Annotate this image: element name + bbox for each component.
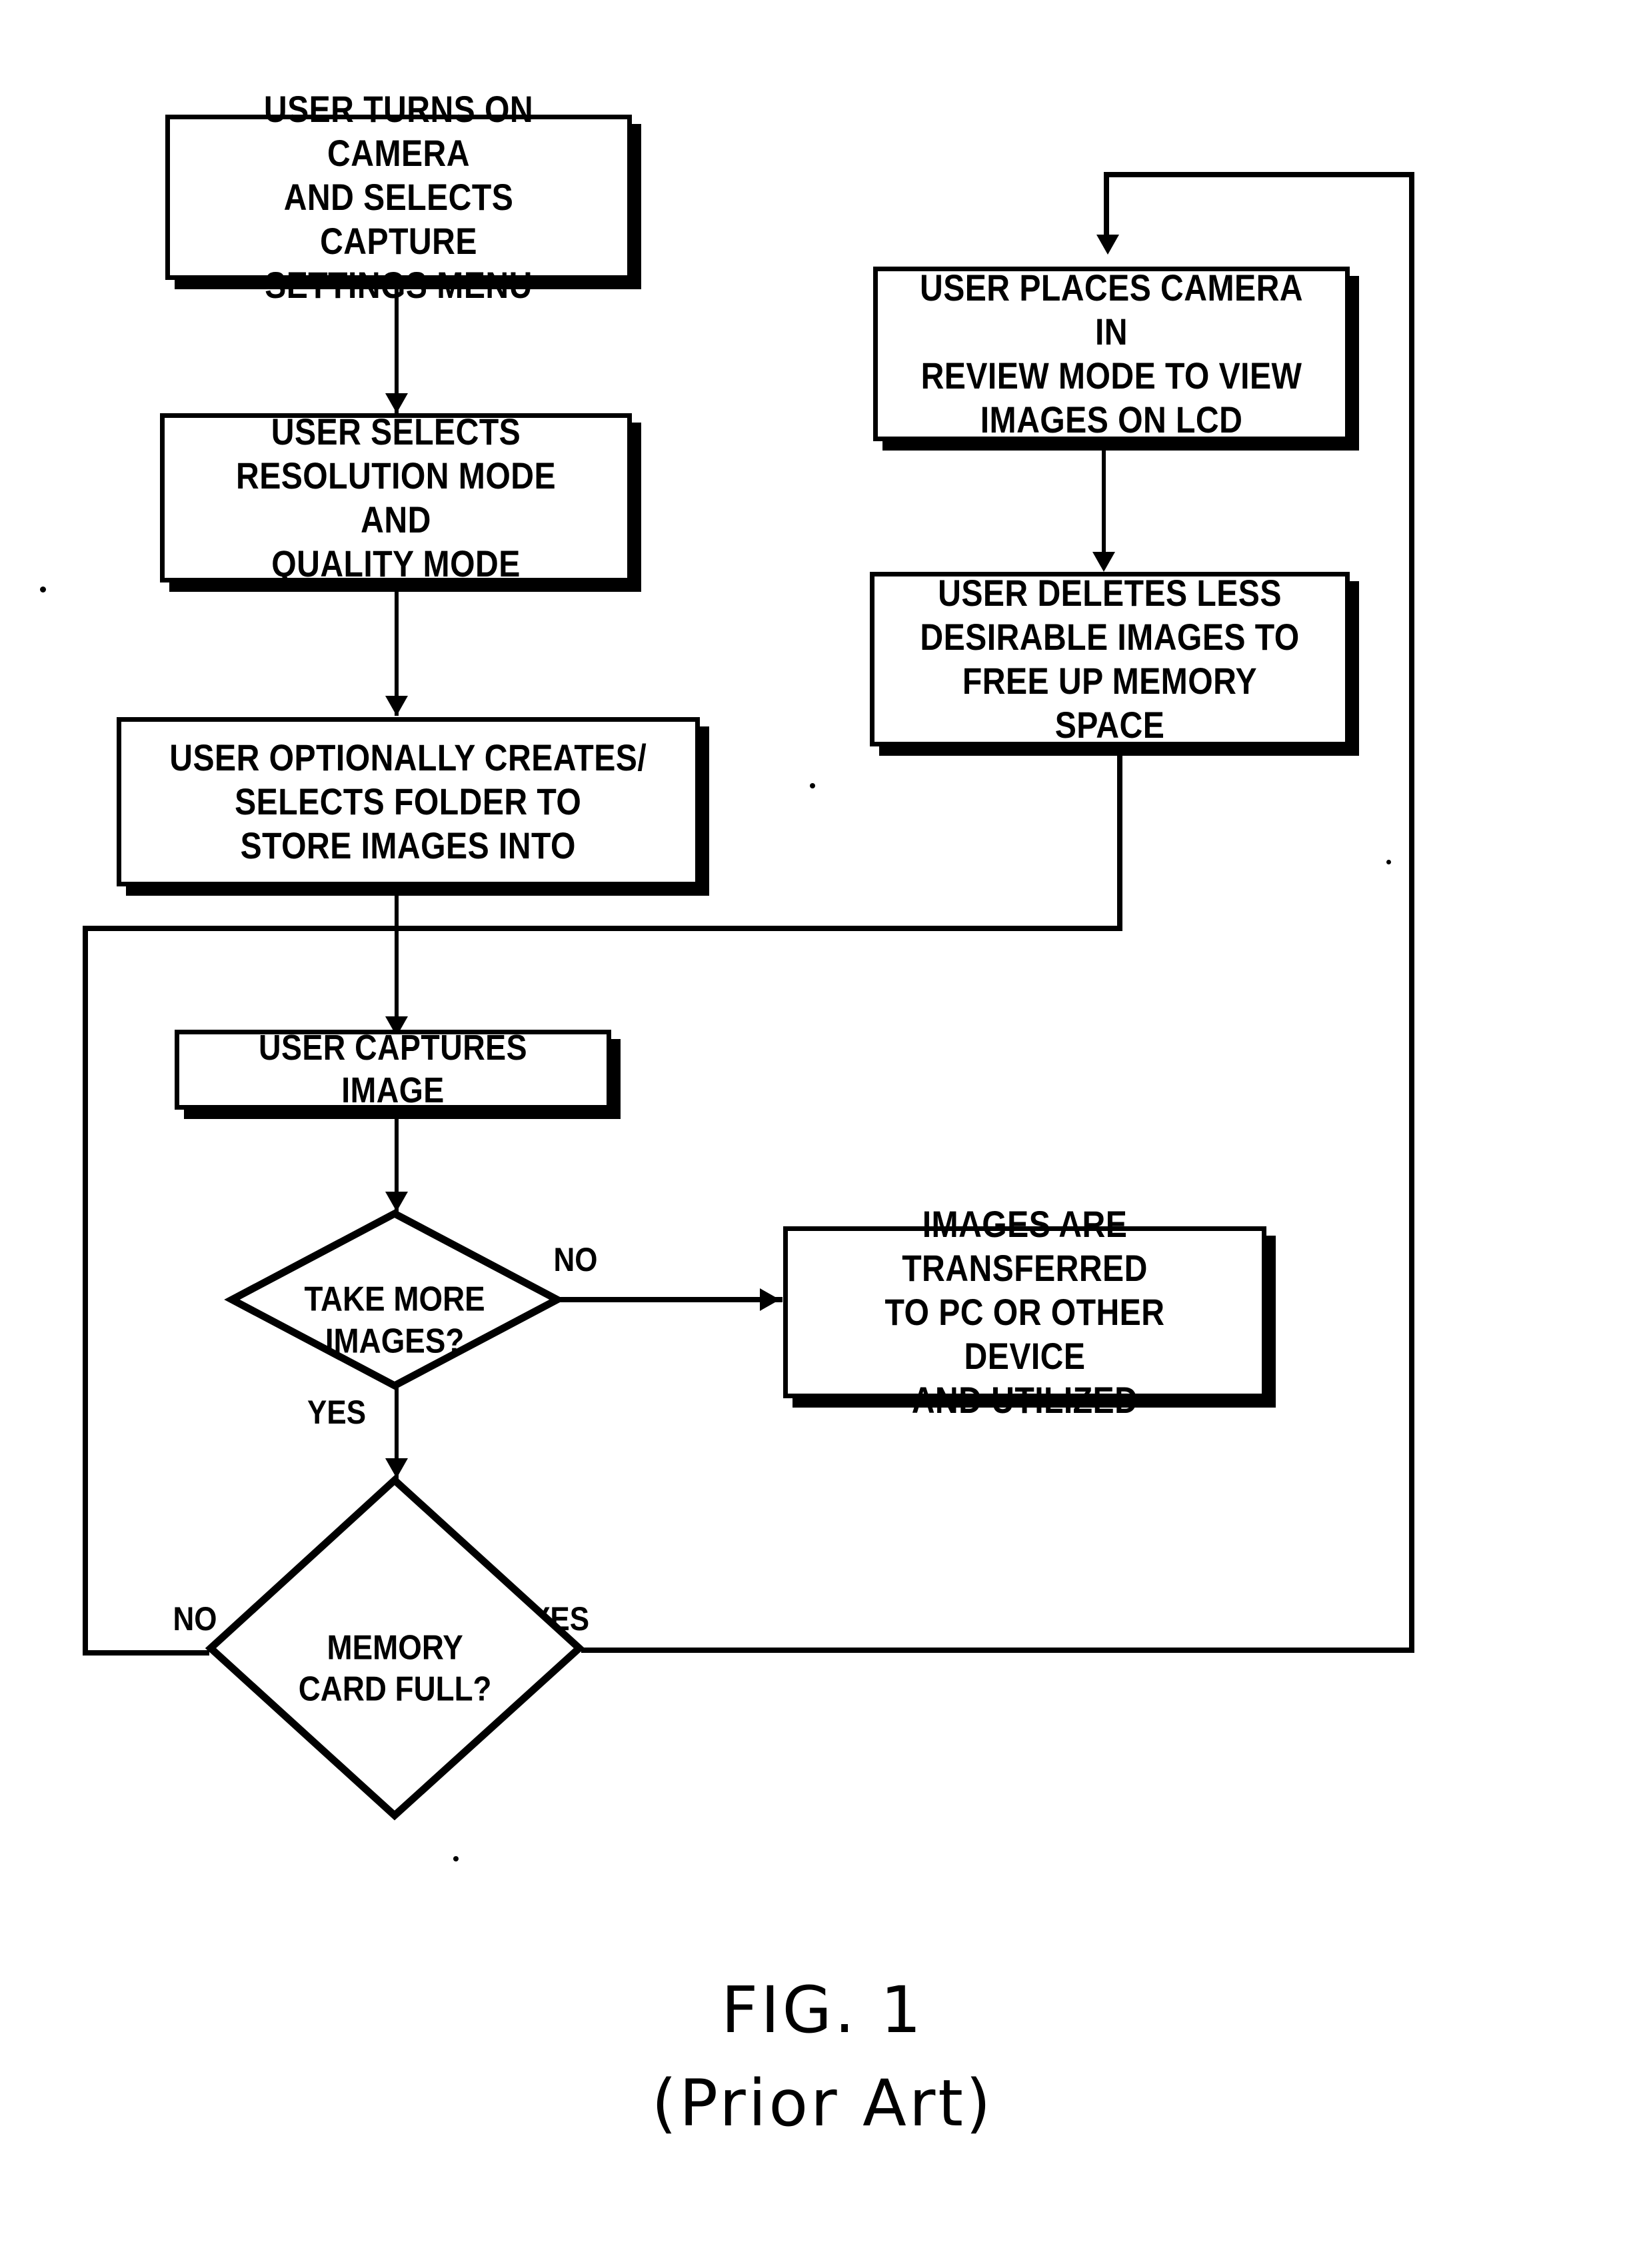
arrowhead-transfer — [760, 1288, 780, 1311]
right-rail-top-horizontal — [1105, 172, 1412, 177]
arrowhead-takemore — [385, 1192, 408, 1212]
node-capture-image[interactable]: USER CAPTURES IMAGE — [175, 1028, 611, 1110]
scan-speck — [810, 783, 815, 788]
node-review-mode[interactable]: USER PLACES CAMERA IN REVIEW MODE TO VIE… — [873, 267, 1350, 441]
node-create-folder[interactable]: USER OPTIONALLY CREATES/ SELECTS FOLDER … — [117, 717, 700, 886]
arrowhead-delete — [1092, 552, 1115, 572]
node-select-resolution-label: USER SELECTS RESOLUTION MODE AND QUALITY… — [235, 410, 557, 585]
node-delete-images[interactable]: USER DELETES LESS DESIRABLE IMAGES TO FR… — [870, 572, 1350, 746]
take-more-diamond-shape — [224, 1209, 565, 1390]
node-turn-on-camera[interactable]: USER TURNS ON CAMERA AND SELECTS CAPTURE… — [165, 88, 632, 306]
edge-memoryfull-no-horizontal — [83, 1650, 209, 1656]
figure-canvas: USER TURNS ON CAMERA AND SELECTS CAPTURE… — [0, 0, 1645, 2268]
node-transfer-images-label: IMAGES ARE TRANSFERRED TO PC OR OTHER DE… — [884, 1202, 1165, 1422]
node-select-resolution[interactable]: USER SELECTS RESOLUTION MODE AND QUALITY… — [160, 411, 632, 584]
arrowhead-memoryfull — [385, 1458, 408, 1478]
loop-bus-left-rail — [83, 926, 88, 1656]
branch-label-take-more-yes: YES — [307, 1394, 367, 1431]
right-rail-vertical — [1409, 172, 1414, 1650]
edge-takemore-no-horizontal — [533, 1297, 783, 1302]
node-capture-image-label: USER CAPTURES IMAGE — [259, 1028, 527, 1110]
edge-review-to-delete — [1102, 440, 1106, 567]
node-review-mode-label: USER PLACES CAMERA IN REVIEW MODE TO VIE… — [919, 266, 1304, 441]
node-transfer-images[interactable]: IMAGES ARE TRANSFERRED TO PC OR OTHER DE… — [783, 1203, 1266, 1421]
edge-delete-to-loopbus — [1117, 745, 1122, 928]
node-delete-images-label: USER DELETES LESS DESIRABLE IMAGES TO FR… — [920, 571, 1300, 746]
edge-folder-to-capture — [395, 886, 399, 1036]
node-take-more-images[interactable]: TAKE MORE IMAGES? — [224, 1209, 565, 1390]
scan-speck — [453, 1856, 459, 1861]
node-create-folder-label: USER OPTIONALLY CREATES/ SELECTS FOLDER … — [169, 736, 647, 867]
figure-caption-line-1: FIG. 1 — [721, 1973, 924, 2047]
figure-caption-line-2: (Prior Art) — [651, 2066, 994, 2141]
loop-bus-horizontal — [85, 926, 1122, 931]
scan-speck — [1386, 860, 1391, 864]
memory-full-diamond-shape — [205, 1475, 585, 1821]
scan-speck — [40, 586, 46, 592]
arrowhead-folder — [385, 696, 408, 716]
edge-memoryfull-yes-horizontal — [581, 1648, 1414, 1653]
arrowhead-review — [1096, 235, 1119, 255]
node-memory-card-full[interactable]: MEMORY CARD FULL? — [205, 1475, 585, 1821]
node-turn-on-camera-label: USER TURNS ON CAMERA AND SELECTS CAPTURE… — [263, 87, 534, 307]
